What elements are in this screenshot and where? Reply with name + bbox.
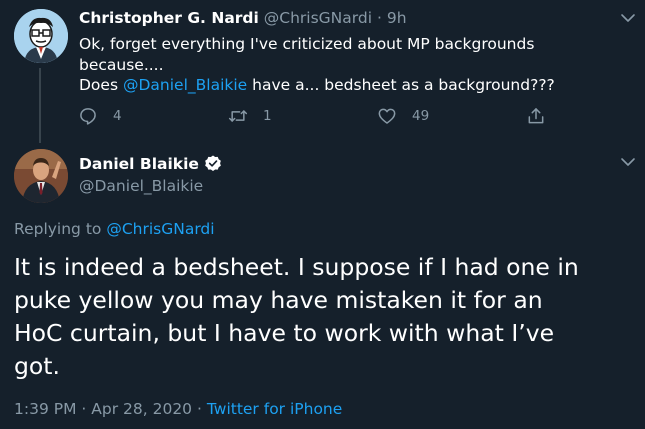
retweet-button[interactable]: 1 [228,106,272,126]
tweet-time[interactable]: 1:39 PM [14,400,76,418]
parent-action-bar: 4 1 49 [0,106,645,128]
reply-author-name[interactable]: Daniel Blaikie [79,155,199,173]
reply-icon [80,108,96,125]
tweet-metadata: 1:39 PM · Apr 28, 2020 · Twitter for iPh… [14,400,342,418]
like-count: 49 [412,108,430,124]
text-segment: because.... [79,55,164,74]
meta-separator: · [81,400,87,418]
replying-to-mention[interactable]: @ChrisGNardi [106,220,214,238]
parent-tweet-text: Ok, forget everything I've criticized ab… [79,34,619,96]
replying-prefix: Replying to [14,220,107,238]
avatar-christopher[interactable] [14,9,68,63]
tweet-thread: Christopher G. Nardi @ChrisGNardi · 9h O… [0,0,645,429]
chevron-down-icon[interactable] [620,154,636,170]
reply-count: 4 [113,108,122,124]
mention-link[interactable]: @Daniel_Blaikie [123,76,247,94]
share-button[interactable] [526,106,561,126]
replying-to-line: Replying to @ChrisGNardi [14,220,215,238]
parent-author-handle[interactable]: @ChrisGNardi [264,9,372,27]
verified-badge-icon [205,155,221,171]
text-segment: Ok, forget everything I've criticized ab… [79,35,535,53]
tweet-source-link[interactable]: Twitter for iPhone [207,400,342,418]
chevron-down-icon[interactable] [620,10,636,26]
like-icon [378,108,396,124]
reply-text-line: puke yellow you may have mistaken it for… [14,286,543,314]
meta-separator: · [196,400,202,418]
text-segment: Does [79,76,123,94]
text-segment: have a... bedsheet as a background??? [247,76,555,94]
parent-author-name[interactable]: Christopher G. Nardi [79,9,259,27]
retweet-icon [228,110,248,122]
parent-text-line: Does @Daniel_Blaikie have a... bedsheet … [79,75,619,96]
like-button[interactable]: 49 [377,106,429,126]
reply-tweet-text: It is indeed a bedsheet. I suppose if I … [14,251,639,383]
retweet-count: 1 [263,108,272,124]
share-icon [528,108,544,124]
reply-author-handle[interactable]: @Daniel_Blaikie [79,177,203,195]
parent-text-line: because.... [79,55,619,76]
reply-text-line: got. [14,352,60,380]
reply-text-line: It is indeed a bedsheet. I suppose if I … [14,253,579,281]
parent-author-row: Christopher G. Nardi @ChrisGNardi · 9h [79,9,407,27]
tweet-date[interactable]: Apr 28, 2020 [91,400,192,418]
reply-author-row: Daniel Blaikie [79,154,223,174]
reply-text-line: HoC curtain, but I have to work with wha… [14,319,555,347]
parent-timestamp[interactable]: 9h [387,9,407,27]
parent-time-separator: · [376,9,382,27]
reply-button[interactable]: 4 [78,106,122,126]
avatar-daniel[interactable] [14,149,68,203]
parent-text-line: Ok, forget everything I've criticized ab… [79,34,619,55]
